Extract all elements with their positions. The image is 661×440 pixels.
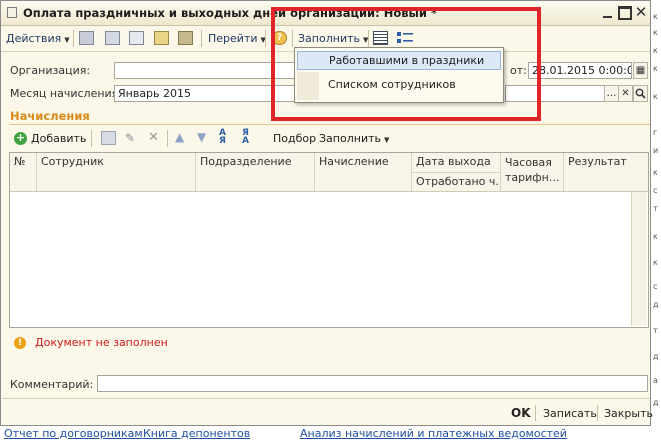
menu-item-employee-list[interactable]: Списком сотрудников — [297, 75, 501, 95]
footer-divider — [2, 398, 650, 399]
clear-icon[interactable]: ✕ — [618, 85, 633, 102]
toolbar-separator — [292, 30, 293, 47]
actions-label: Действия — [6, 32, 62, 45]
toolbar-separator — [201, 30, 202, 47]
column-header-number[interactable]: № — [10, 153, 37, 191]
minimize-button[interactable] — [601, 6, 615, 20]
move-up-icon[interactable]: ▲ — [175, 130, 184, 144]
warning-icon: ! — [14, 337, 26, 349]
sort-ascending-icon[interactable]: AЯ — [219, 129, 226, 146]
toolbar-separator — [167, 130, 168, 147]
caret-down-icon: ▼ — [64, 36, 70, 44]
menu-item-holiday-workers[interactable]: Работавшими в праздники — [297, 51, 501, 70]
column-header-result[interactable]: Результат — [564, 153, 648, 191]
date-field[interactable]: 28.01.2015 0:00:00 — [528, 62, 632, 79]
actions-menu-button[interactable]: Действия ▼ — [6, 32, 70, 45]
accruals-table[interactable]: № Сотрудник Подразделение Начисление Дат… — [9, 152, 649, 328]
toolbar-separator — [265, 30, 266, 47]
copy-document-icon[interactable] — [129, 31, 144, 45]
print-icon[interactable] — [178, 31, 193, 45]
fill-dropdown-menu: Работавшими в праздники Списком сотрудни… — [294, 47, 504, 103]
document-icon — [7, 7, 17, 18]
column-header-department[interactable]: Подразделение — [196, 153, 315, 191]
edit-row-icon[interactable]: ✎ — [125, 131, 135, 145]
column-header-exit-date[interactable]: Дата выхода — [412, 153, 501, 172]
column-header-hourly-rate[interactable]: Часовая тарифн... — [501, 153, 564, 191]
structure-icon[interactable] — [397, 31, 415, 45]
section-fill-label: Заполнить — [319, 132, 381, 145]
menu-item-label: Работавшими в праздники — [329, 54, 485, 67]
organization-label: Организация: — [10, 64, 91, 77]
comment-label: Комментарий: — [10, 378, 94, 391]
footer-separator — [535, 405, 536, 421]
toolbar-separator — [368, 30, 369, 47]
accrual-month-label: Месяц начисления: — [10, 87, 122, 100]
add-icon[interactable]: + — [14, 132, 27, 145]
close-button[interactable]: Закрыть — [604, 407, 653, 420]
sort-descending-icon[interactable]: ЯA — [242, 129, 249, 146]
section-divider — [10, 124, 650, 125]
link-contractors-report[interactable]: Отчет по договорникам — [4, 427, 143, 440]
move-down-icon[interactable]: ▼ — [197, 130, 206, 144]
goto-label: Перейти — [208, 32, 258, 45]
selection-button[interactable]: Подбор — [273, 132, 316, 145]
link-accruals-analysis[interactable]: Анализ начислений и платежных ведомостей — [300, 427, 567, 440]
menu-item-label: Списком сотрудников — [328, 78, 456, 91]
column-header-accrual[interactable]: Начисление — [315, 153, 412, 191]
ok-button[interactable]: OK — [511, 406, 531, 420]
footer-separator — [597, 405, 598, 421]
document-status-icon[interactable] — [154, 31, 169, 45]
help-icon[interactable]: ? — [272, 31, 287, 45]
fill-label: Заполнить — [298, 32, 360, 45]
fill-menu-button[interactable]: Заполнить ▼ — [298, 32, 368, 45]
organization-field[interactable] — [114, 62, 301, 79]
column-header-employee[interactable]: Сотрудник — [37, 153, 196, 191]
post-document-icon[interactable] — [79, 31, 94, 45]
delete-row-icon[interactable]: ✕ — [148, 130, 159, 145]
save-copy-icon[interactable] — [105, 31, 120, 45]
window-title: Оплата праздничных и выходных дней орган… — [23, 6, 437, 20]
search-icon[interactable] — [633, 85, 648, 102]
column-header-worked-hours[interactable]: Отработано ч... — [412, 172, 501, 191]
section-fill-menu-button[interactable]: Заполнить ▼ — [319, 132, 389, 145]
comment-field[interactable] — [97, 375, 648, 392]
date-label: от: — [510, 64, 527, 77]
accruals-section-title: Начисления — [10, 109, 90, 123]
toolbar-separator — [91, 130, 92, 147]
document-status-text: Документ не заполнен — [35, 336, 168, 349]
list-icon[interactable] — [373, 31, 388, 45]
save-button[interactable]: Записать — [543, 407, 597, 420]
toolbar-separator — [73, 30, 74, 47]
ellipsis-button[interactable]: … — [604, 85, 619, 102]
goto-menu-button[interactable]: Перейти ▼ — [208, 32, 266, 45]
title-bar[interactable]: Оплата праздничных и выходных дней орган… — [1, 1, 650, 26]
calendar-icon[interactable]: ▦ — [633, 62, 648, 79]
link-depositors-book[interactable]: Книга депонентов — [143, 427, 250, 440]
copy-row-icon[interactable] — [101, 131, 116, 145]
background-window-strip: ккк ккг икс ткк сдт дад — [652, 0, 661, 440]
accrual-month-field-tail[interactable] — [505, 85, 605, 102]
maximize-button[interactable] — [618, 6, 632, 20]
accrual-month-field[interactable]: Январь 2015 — [114, 85, 301, 102]
add-button[interactable]: Добавить — [31, 132, 86, 145]
table-scrollbar[interactable] — [631, 192, 647, 326]
close-window-button[interactable]: ✕ — [634, 5, 648, 20]
caret-down-icon: ▼ — [383, 136, 390, 144]
table-header: № Сотрудник Подразделение Начисление Дат… — [10, 153, 648, 192]
